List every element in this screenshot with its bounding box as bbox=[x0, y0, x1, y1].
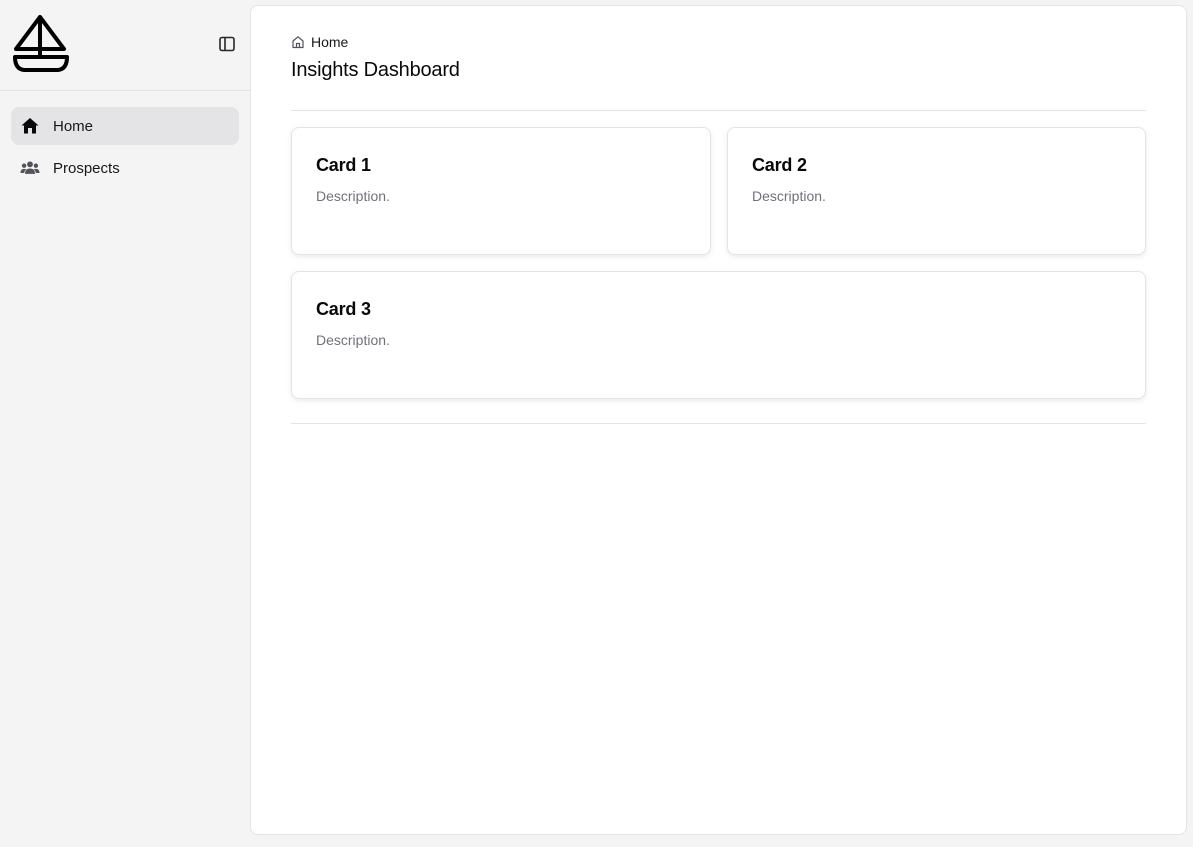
sailboat-icon[interactable] bbox=[12, 15, 70, 73]
card-description: Description. bbox=[316, 188, 390, 204]
sidebar-item-label: Home bbox=[53, 117, 94, 135]
sidebar-item-home[interactable]: Home bbox=[11, 107, 239, 145]
sidebar-header bbox=[0, 0, 250, 91]
home-icon bbox=[20, 116, 40, 136]
home-outline-icon bbox=[291, 35, 305, 49]
sidebar-toggle-icon[interactable] bbox=[218, 35, 236, 53]
divider bbox=[291, 110, 1146, 111]
card-description: Description. bbox=[752, 188, 826, 204]
sidebar-item-label: Prospects bbox=[53, 159, 120, 177]
card-3: Card 3 Description. bbox=[291, 271, 1146, 399]
divider bbox=[291, 423, 1146, 424]
breadcrumb-label: Home bbox=[311, 34, 349, 50]
sidebar: Home Prospects bbox=[0, 0, 250, 847]
sidebar-nav: Home Prospects bbox=[0, 91, 250, 187]
card-2: Card 2 Description. bbox=[727, 127, 1146, 255]
page-title: Insights Dashboard bbox=[291, 59, 460, 81]
card-description: Description. bbox=[316, 332, 390, 348]
card-title: Card 1 bbox=[316, 155, 371, 175]
main-panel: Home Insights Dashboard Card 1 Descripti… bbox=[250, 5, 1187, 835]
sidebar-item-prospects[interactable]: Prospects bbox=[11, 149, 239, 187]
breadcrumb[interactable]: Home bbox=[291, 34, 348, 50]
card-1: Card 1 Description. bbox=[291, 127, 711, 255]
card-title: Card 3 bbox=[316, 299, 371, 319]
card-title: Card 2 bbox=[752, 155, 807, 175]
users-icon bbox=[20, 158, 40, 178]
